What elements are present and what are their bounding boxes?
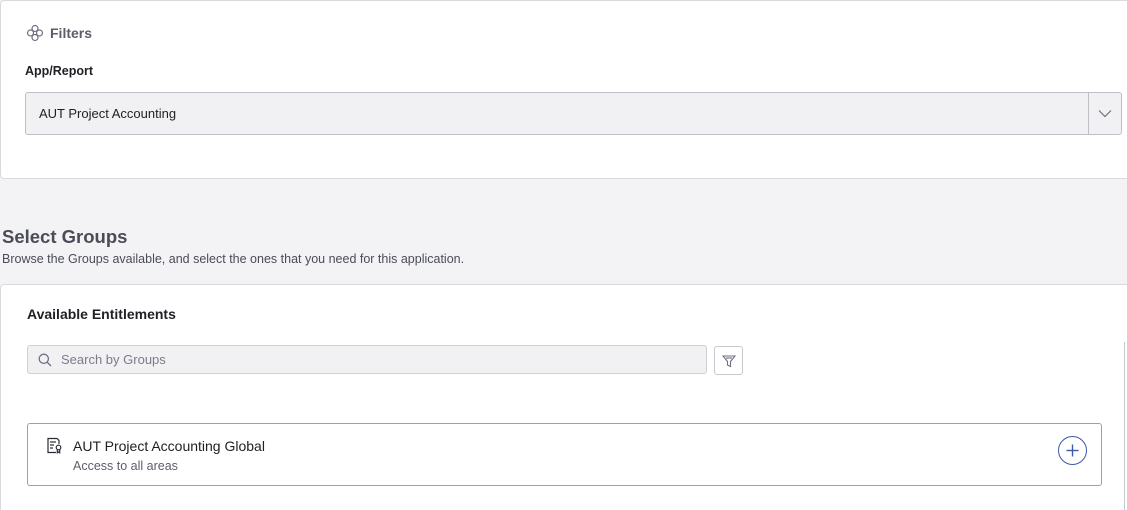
filters-header: Filters — [26, 24, 92, 42]
select-groups-title: Select Groups — [2, 226, 128, 247]
app-report-label: App/Report — [25, 64, 94, 78]
search-box — [27, 345, 707, 374]
filters-panel: Filters App/Report AUT Project Accountin… — [0, 0, 1127, 179]
select-toggle[interactable] — [1088, 93, 1121, 134]
advanced-filter-button[interactable] — [714, 346, 743, 375]
add-circle-icon — [1066, 444, 1079, 457]
add-group-button[interactable] — [1058, 436, 1087, 465]
search-input[interactable] — [61, 352, 706, 367]
filters-title: Filters — [50, 25, 93, 41]
search-icon — [38, 353, 52, 366]
chevron-down-icon — [1098, 110, 1112, 118]
certificate-document-icon — [46, 437, 63, 454]
app-report-selected-value: AUT Project Accounting — [39, 106, 177, 121]
list-item[interactable]: AUT Project Accounting Global Access to … — [27, 423, 1102, 486]
group-name: AUT Project Accounting Global — [73, 438, 265, 454]
select-groups-description: Browse the Groups available, and select … — [2, 252, 465, 266]
scrollbar-track[interactable] — [1124, 342, 1125, 510]
available-entitlements-title: Available Entitlements — [27, 306, 176, 322]
available-entitlements-panel: Available Entitlements AUT Project Accou… — [0, 284, 1127, 510]
app-report-select[interactable]: AUT Project Accounting — [25, 92, 1122, 135]
group-description: Access to all areas — [73, 459, 178, 473]
filter-icon — [721, 354, 736, 367]
filter-flower-icon — [26, 24, 44, 42]
